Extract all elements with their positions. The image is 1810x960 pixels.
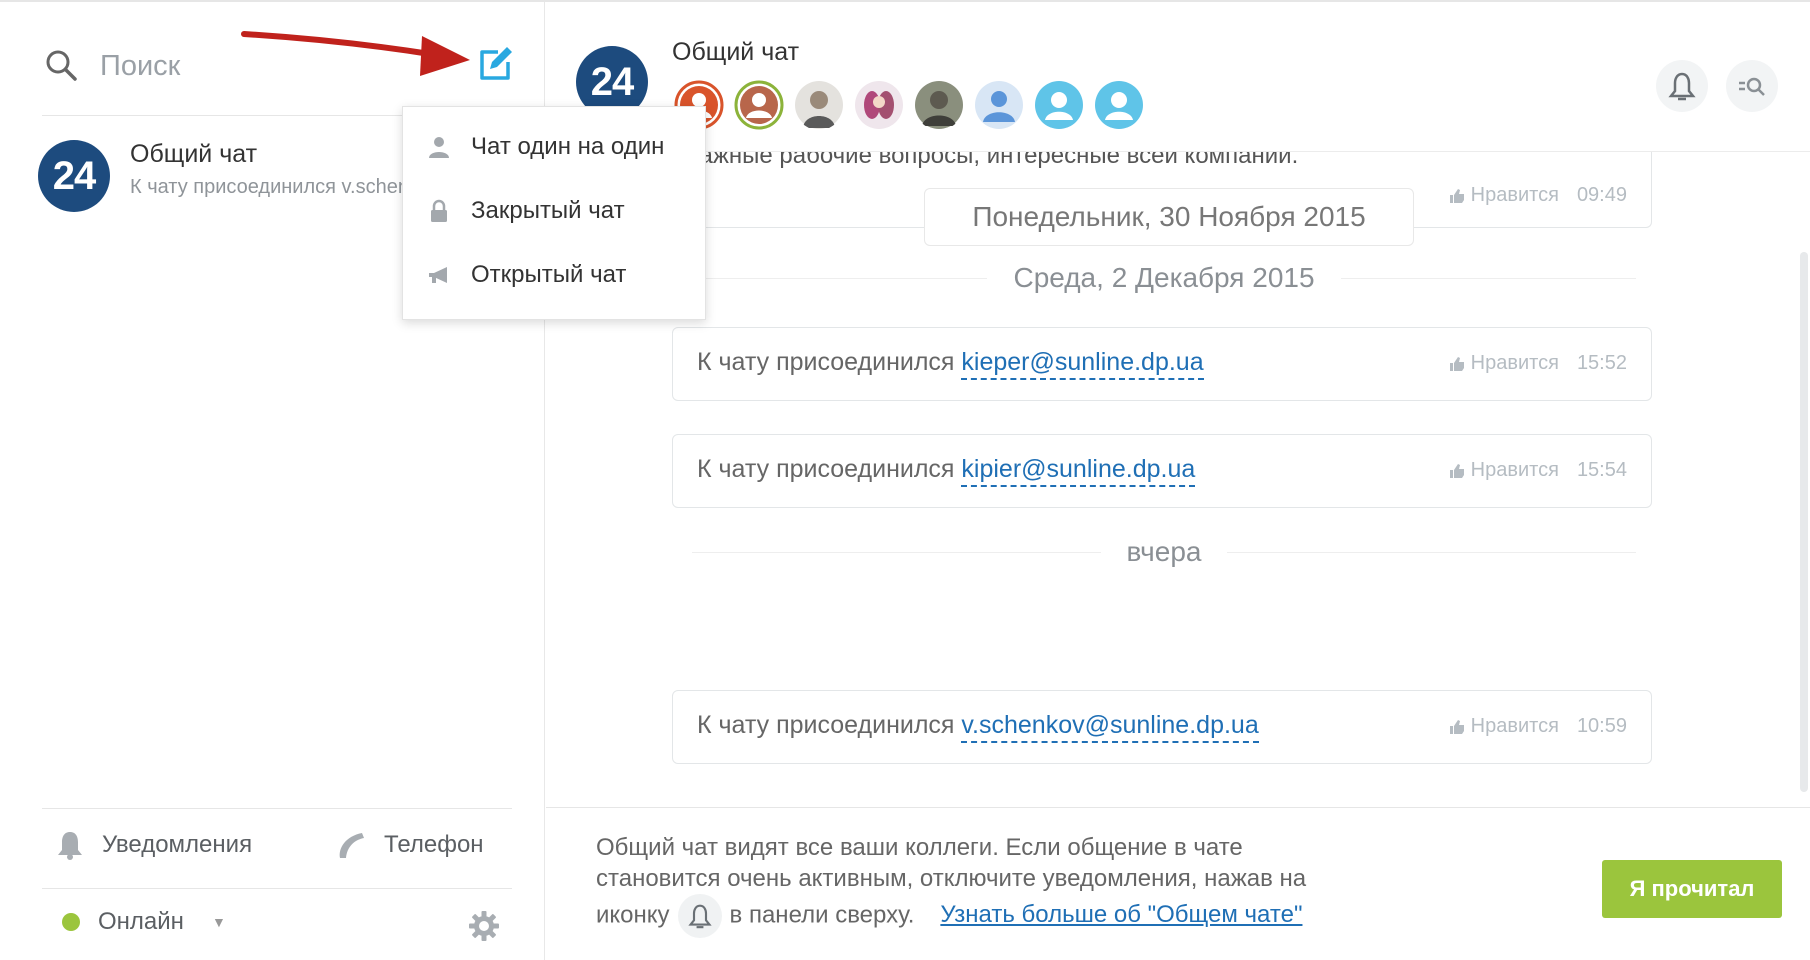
user-icon — [429, 137, 449, 158]
menu-item-label: Закрытый чат — [471, 197, 625, 224]
date-separator-label: Среда, 2 Декабря 2015 — [1013, 262, 1315, 293]
thumbs-up-icon — [1449, 463, 1464, 478]
general-chat-notice: Общий чат видят все ваши коллеги. Если о… — [546, 807, 1810, 960]
date-separator: вчера — [692, 532, 1636, 572]
user-link[interactable]: kipier@sunline.dp.ua — [961, 455, 1196, 487]
phone-icon — [339, 833, 364, 858]
notice-text-part: в панели сверху. — [729, 901, 915, 929]
message-prefix: К чату присоединился — [697, 455, 962, 483]
message-prefix: К чату присоединился — [697, 711, 962, 739]
date-badge: Понедельник, 30 Ноября 2015 — [924, 188, 1414, 246]
menu-item-label: Открытый чат — [471, 261, 627, 288]
learn-more-link[interactable]: Узнать больше об "Общем чате" — [940, 901, 1302, 928]
like-button[interactable]: Нравится — [1449, 184, 1559, 207]
chat-preview: К чату присоединился v.schenkov@sunline.… — [130, 176, 440, 198]
chat-name: Общий чат — [130, 140, 258, 168]
online-status-dot — [62, 913, 80, 931]
thumbs-up-icon — [1449, 719, 1464, 734]
participant-avatar[interactable] — [1094, 80, 1144, 130]
bell-icon — [677, 894, 722, 938]
search-messages-button[interactable] — [1726, 60, 1778, 112]
notifications-toggle[interactable] — [1656, 60, 1708, 112]
participant-avatar[interactable] — [854, 80, 904, 130]
new-chat-menu: Чат один на один Закрытый чат Открытый ч… — [402, 106, 706, 320]
message-meta: Нравится 15:54 — [1449, 459, 1627, 482]
participant-list — [674, 80, 1144, 130]
message-text: важные рабочие вопросы, интересные всей … — [687, 152, 1299, 169]
status-label: Онлайн — [98, 908, 184, 935]
notice-line: становится очень активным, отключите уве… — [596, 865, 1307, 892]
message-meta: Нравится 15:52 — [1449, 352, 1627, 375]
participant-avatar[interactable] — [734, 80, 784, 130]
menu-item-closed-chat[interactable]: Закрытый чат — [427, 191, 625, 231]
status-selector[interactable]: Онлайн ▼ — [62, 908, 226, 936]
message-time: 10:59 — [1576, 715, 1627, 737]
message-text: К чату присоединился kipier@sunline.dp.u… — [697, 455, 1196, 487]
message-time: 15:54 — [1576, 459, 1627, 481]
like-label: Нравится — [1470, 184, 1559, 206]
mark-read-button[interactable]: Я прочитал — [1602, 860, 1782, 918]
chevron-down-icon: ▼ — [211, 914, 226, 930]
user-link[interactable]: kieper@sunline.dp.ua — [961, 348, 1204, 380]
menu-item-private-chat[interactable]: Чат один на один — [427, 127, 664, 167]
message-text: К чату присоединился kieper@sunline.dp.u… — [697, 348, 1204, 380]
gear-icon[interactable] — [468, 910, 500, 942]
scrollbar[interactable] — [1800, 252, 1808, 792]
participant-avatar[interactable] — [914, 80, 964, 130]
user-link[interactable]: v.schenkov@sunline.dp.ua — [961, 711, 1259, 743]
message-meta: Нравится 10:59 — [1449, 715, 1627, 738]
menu-item-open-chat[interactable]: Открытый чат — [427, 255, 626, 295]
search-input[interactable]: Поиск — [100, 50, 180, 83]
message-bubble: К чату присоединился v.schenkov@sunline.… — [672, 690, 1652, 764]
notice-text-part: иконку — [596, 901, 670, 929]
notifications-label: Уведомления — [102, 831, 253, 858]
list-search-icon — [1739, 77, 1765, 96]
participant-avatar[interactable] — [794, 80, 844, 130]
like-button[interactable]: Нравится — [1449, 352, 1559, 375]
phone-label: Телефон — [384, 831, 484, 858]
notice-line: Общий чат видят все ваши коллеги. Если о… — [596, 834, 1243, 861]
like-label: Нравится — [1470, 459, 1559, 481]
sidebar-divider — [42, 888, 512, 889]
notice-text: Общий чат видят все ваши коллеги. Если о… — [596, 832, 1496, 938]
date-separator: Среда, 2 Декабря 2015 — [692, 258, 1636, 298]
chat-app: Поиск 24 Общий чат К чату присоединился … — [0, 0, 1810, 960]
search-bar[interactable]: Поиск — [42, 36, 512, 116]
like-button[interactable]: Нравится — [1449, 459, 1559, 482]
message-prefix: К чату присоединился — [697, 348, 962, 376]
search-icon — [46, 50, 77, 81]
sidebar-divider — [42, 808, 512, 809]
compose-icon[interactable] — [474, 42, 516, 84]
menu-item-label: Чат один на один — [471, 133, 665, 160]
participant-avatar[interactable] — [1034, 80, 1084, 130]
notice-line: иконку в панели сверху. Узнать больше об "… — [596, 894, 1496, 938]
participant-avatar[interactable] — [974, 80, 1024, 130]
like-label: Нравится — [1470, 715, 1559, 737]
message-meta: Нравится 09:49 — [1449, 184, 1627, 207]
lock-icon — [431, 199, 447, 222]
thumbs-up-icon — [1449, 356, 1464, 371]
message-time: 15:52 — [1576, 352, 1627, 374]
message-text: К чату присоединился v.schenkov@sunline.… — [697, 711, 1259, 743]
message-time: 09:49 — [1576, 184, 1627, 206]
megaphone-icon — [429, 267, 447, 283]
date-separator-label: вчера — [1126, 536, 1202, 567]
thumbs-up-icon — [1449, 188, 1464, 203]
like-label: Нравится — [1470, 352, 1559, 374]
chat-title: Общий чат — [672, 38, 800, 66]
chat-header: 24 Общий чат — [546, 2, 1810, 152]
chat-avatar: 24 — [38, 140, 110, 212]
bell-icon — [1668, 72, 1696, 101]
message-bubble: К чату присоединился kipier@sunline.dp.u… — [672, 434, 1652, 508]
message-list: важные рабочие вопросы, интересные всей … — [546, 152, 1794, 807]
message-bubble: К чату присоединился kieper@sunline.dp.u… — [672, 327, 1652, 401]
bell-icon — [58, 832, 82, 860]
phone-button[interactable]: Телефон — [336, 830, 484, 860]
like-button[interactable]: Нравится — [1449, 715, 1559, 738]
notifications-button[interactable]: Уведомления — [56, 830, 252, 860]
